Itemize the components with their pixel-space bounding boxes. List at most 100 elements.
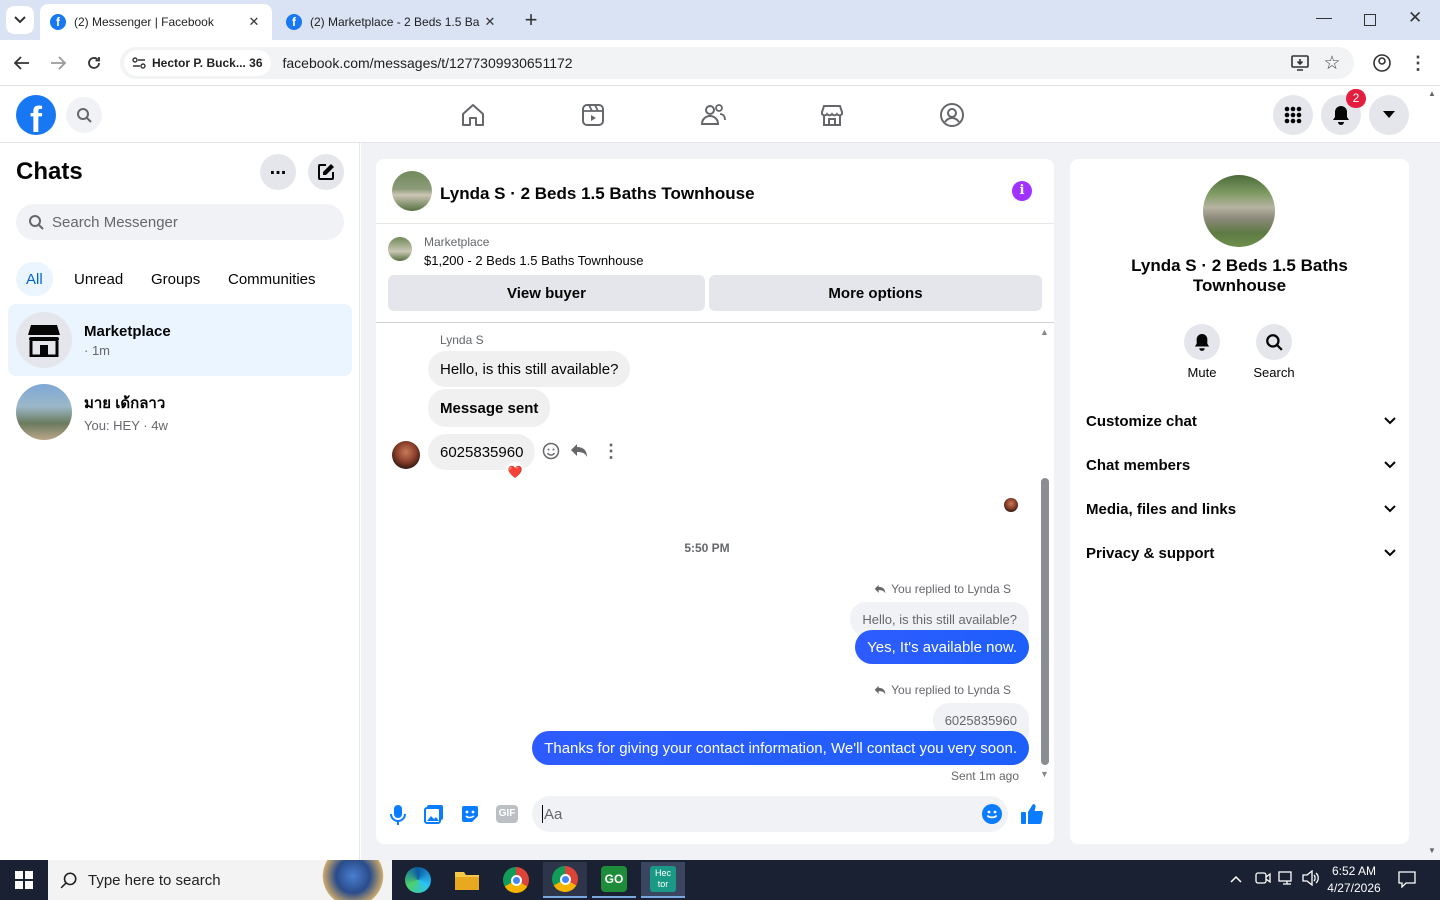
emoji-icon[interactable] <box>982 804 1002 824</box>
menu-grid-button[interactable] <box>1273 95 1313 135</box>
marketplace-nav-icon[interactable] <box>815 98 849 132</box>
chrome-profile-app-icon[interactable] <box>543 862 587 898</box>
video-nav-icon[interactable] <box>576 98 610 132</box>
mute-label: Mute <box>1187 365 1217 380</box>
chrome-app-icon[interactable] <box>494 862 538 898</box>
chat-name: มาย เด้กลาว <box>84 395 166 412</box>
page-scroll-down-icon[interactable]: ▼ <box>1428 846 1436 855</box>
conversation-title[interactable]: Lynda S · 2 Beds 1.5 Baths Townhouse <box>440 184 755 204</box>
sent-message[interactable]: Thanks for giving your contact informati… <box>532 731 1029 765</box>
sender-avatar[interactable] <box>392 441 420 469</box>
chats-title: Chats <box>16 158 83 185</box>
filter-communities-chip[interactable]: Communities <box>218 262 326 296</box>
sent-status: Sent 1m ago <box>950 769 1019 783</box>
reply-arrow-icon[interactable] <box>570 443 590 463</box>
customize-chat-section[interactable]: Customize chat <box>1086 406 1396 436</box>
volume-icon[interactable] <box>1302 869 1320 888</box>
chevron-down-icon <box>1384 461 1396 469</box>
site-info-chip[interactable]: Hector P. Buck... 36 <box>124 50 271 76</box>
taskbar-clock[interactable]: 6:52 AM 4/27/2026 <box>1322 863 1386 897</box>
filter-all-chip[interactable]: All <box>16 262 53 296</box>
chats-options-button[interactable]: ... <box>260 154 296 190</box>
info-icon[interactable]: i <box>1012 181 1032 201</box>
new-tab-plus-icon[interactable]: + <box>520 8 542 32</box>
close-window-icon[interactable]: ✕ <box>1408 8 1422 28</box>
filter-unread-chip[interactable]: Unread <box>64 262 133 296</box>
tab-search-button[interactable] <box>6 6 34 34</box>
view-buyer-button[interactable]: View buyer <box>388 275 705 311</box>
windows-start-icon[interactable] <box>0 860 48 900</box>
media-files-links-section[interactable]: Media, files and links <box>1086 494 1396 524</box>
privacy-support-section[interactable]: Privacy & support <box>1086 538 1396 568</box>
received-message[interactable]: Hello, is this still available? <box>428 351 631 387</box>
minimize-icon[interactable] <box>1316 18 1332 19</box>
like-thumbs-up-icon[interactable] <box>1020 803 1044 825</box>
message-composer-input[interactable]: Aa <box>532 796 1008 832</box>
search-button[interactable] <box>66 97 102 133</box>
filter-groups-chip[interactable]: Groups <box>141 262 210 296</box>
profile-icon[interactable] <box>1368 49 1396 77</box>
more-options-button[interactable]: More options <box>709 275 1042 311</box>
restore-window-icon[interactable] <box>1364 14 1376 26</box>
section-label: Privacy & support <box>1086 544 1215 562</box>
scrollbar-thumb[interactable] <box>1041 478 1049 765</box>
bookmark-star-icon[interactable]: ☆ <box>1318 49 1346 77</box>
contact-avatar[interactable] <box>392 171 432 211</box>
chevron-down-icon <box>14 16 26 24</box>
contact-profile-photo[interactable] <box>1203 175 1275 247</box>
search-messenger-input[interactable]: Search Messenger <box>16 204 344 240</box>
received-message[interactable]: Message sent <box>428 389 551 427</box>
section-label: Customize chat <box>1086 412 1197 430</box>
heart-reaction-icon[interactable]: ❤️ <box>505 462 525 482</box>
facebook-logo-icon[interactable]: f <box>16 95 56 135</box>
read-receipt-avatar <box>1004 498 1018 512</box>
page-scroll-up-icon[interactable]: ▲ <box>1428 89 1436 98</box>
gif-icon[interactable]: GIF <box>496 805 518 823</box>
attach-photo-icon[interactable] <box>424 804 444 824</box>
new-message-button[interactable] <box>308 154 344 190</box>
address-bar[interactable]: Hector P. Buck... 36 facebook.com/messag… <box>120 47 1354 79</box>
friends-nav-icon[interactable] <box>696 98 730 132</box>
reload-icon[interactable] <box>80 49 108 77</box>
file-explorer-app-icon[interactable] <box>445 862 489 898</box>
microphone-icon[interactable] <box>388 804 408 826</box>
more-actions-icon[interactable]: ⋮ <box>602 441 620 462</box>
mute-button[interactable] <box>1184 324 1220 360</box>
notification-center-icon[interactable] <box>1398 870 1418 890</box>
close-tab-icon[interactable]: ✕ <box>482 14 498 30</box>
search-label: Search <box>1253 365 1295 380</box>
sticker-icon[interactable] <box>460 804 480 824</box>
scroll-down-arrow-icon[interactable]: ▼ <box>1040 769 1049 779</box>
listing-source: Marketplace <box>424 235 490 249</box>
chat-timestamp: 5:50 PM <box>684 541 730 555</box>
forward-arrow-icon[interactable] <box>44 49 72 77</box>
browser-menu-icon[interactable]: ⋮ <box>1404 49 1432 77</box>
install-app-icon[interactable] <box>1286 49 1314 77</box>
chat-preview: · 1m <box>84 342 110 358</box>
sent-message[interactable]: Yes, It's available now. <box>855 630 1029 664</box>
react-smiley-icon[interactable] <box>542 442 562 462</box>
scroll-up-arrow-icon[interactable]: ▲ <box>1040 327 1049 337</box>
tab-marketplace[interactable]: f (2) Marketplace - 2 Beds 1.5 Ba ✕ <box>276 4 508 40</box>
account-menu-button[interactable] <box>1369 95 1409 135</box>
chat-members-section[interactable]: Chat members <box>1086 450 1396 480</box>
search-in-conversation-button[interactable] <box>1256 324 1292 360</box>
back-arrow-icon[interactable] <box>8 49 36 77</box>
chat-list-item-marketplace[interactable]: Marketplace · 1m <box>8 304 352 376</box>
close-tab-icon[interactable]: ✕ <box>246 14 262 30</box>
chat-list-item-thai[interactable]: มาย เด้กลาว You: HEY · 4w <box>8 376 352 448</box>
show-hidden-icons-chevron[interactable] <box>1230 872 1242 886</box>
hector-app-icon[interactable]: Hec tor <box>641 862 685 898</box>
chevron-down-icon <box>1384 417 1396 425</box>
tab-messenger[interactable]: f (2) Messenger | Facebook ✕ <box>40 4 272 40</box>
bell-icon <box>1333 106 1349 125</box>
listing-thumbnail[interactable] <box>388 237 412 261</box>
home-nav-icon[interactable] <box>456 98 490 132</box>
edge-app-icon[interactable] <box>396 862 440 898</box>
network-icon[interactable] <box>1278 870 1296 888</box>
green-app-icon[interactable]: GO <box>592 862 636 898</box>
taskbar-search-box[interactable]: Type here to search <box>48 860 392 900</box>
meet-now-icon[interactable] <box>1255 870 1271 888</box>
gaming-nav-icon[interactable] <box>935 98 969 132</box>
listing-title[interactable]: $1,200 - 2 Beds 1.5 Baths Townhouse <box>424 253 643 268</box>
